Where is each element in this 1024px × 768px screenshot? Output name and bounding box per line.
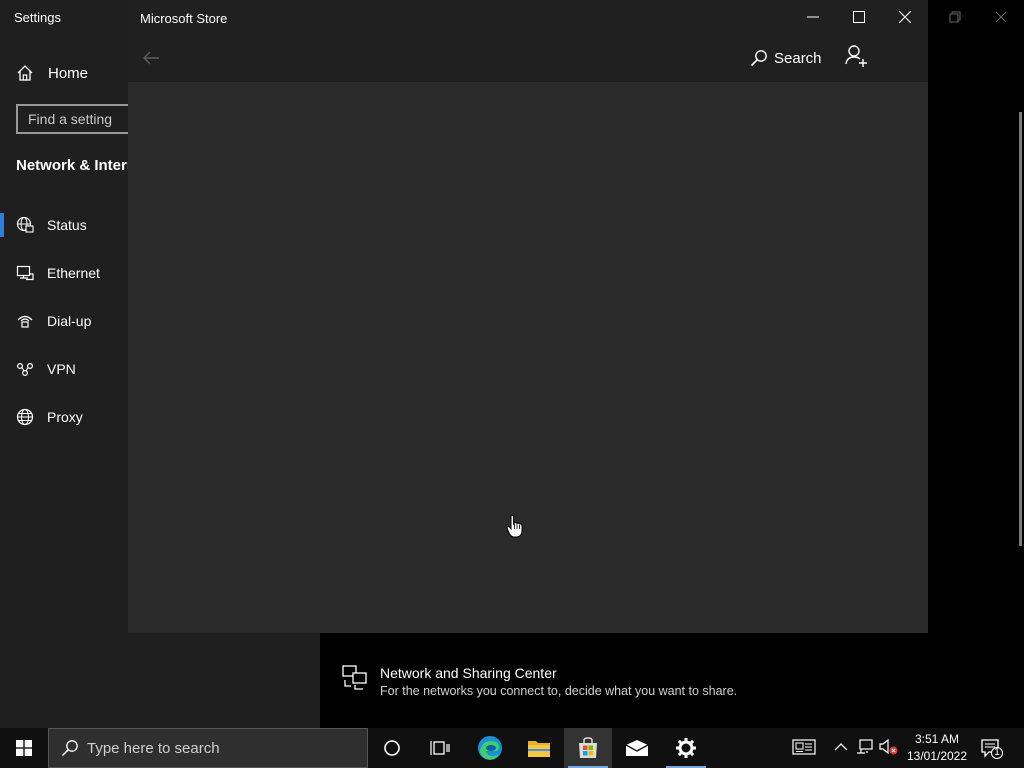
maximize-icon — [853, 11, 865, 23]
back-button[interactable] — [142, 50, 160, 66]
store-header: Search — [128, 36, 928, 82]
search-icon — [750, 49, 768, 67]
search-button[interactable]: Search — [750, 46, 822, 70]
network-sharing-center-link[interactable]: Network and Sharing Center For the netwo… — [320, 628, 1024, 728]
settings-restore-button[interactable] — [946, 8, 964, 26]
task-view-button[interactable] — [416, 728, 464, 768]
windows-logo-icon — [16, 740, 32, 756]
edge-button[interactable] — [466, 728, 514, 768]
vpn-icon — [16, 360, 34, 378]
clock-date: 13/01/2022 — [906, 749, 968, 763]
network-sharing-title: Network and Sharing Center — [380, 665, 557, 681]
news-icon — [792, 739, 816, 755]
settings-taskbar-button[interactable] — [662, 728, 710, 768]
taskbar-search-placeholder: Type here to search — [87, 739, 220, 757]
action-center-button[interactable]: 1 — [980, 738, 1004, 760]
sidebar-item-dialup[interactable]: Dial-up — [16, 309, 91, 333]
clock-time: 3:51 AM — [914, 732, 960, 746]
add-user-icon — [845, 45, 867, 67]
taskbar: Type here to search 3:51 AM 13/01/2022 1 — [0, 728, 1024, 768]
notification-count: 1 — [994, 747, 1000, 758]
news-widget-button[interactable] — [792, 738, 816, 756]
maximize-button[interactable] — [836, 0, 882, 34]
sidebar-item-label: Status — [47, 217, 87, 233]
network-sharing-icon — [342, 664, 368, 692]
taskbar-clock[interactable]: 3:51 AM 13/01/2022 — [902, 731, 972, 765]
mail-button[interactable] — [613, 728, 661, 768]
dialup-icon — [16, 312, 34, 330]
store-window-title: Microsoft Store — [140, 11, 228, 26]
sidebar-item-label: VPN — [47, 361, 76, 377]
active-indicator — [0, 213, 4, 237]
sidebar-item-ethernet[interactable]: Ethernet — [16, 261, 100, 285]
sidebar-item-proxy[interactable]: Proxy — [16, 405, 83, 429]
close-icon — [995, 11, 1007, 23]
chevron-up-icon — [834, 743, 848, 751]
close-icon — [899, 11, 911, 23]
store-icon — [579, 737, 597, 758]
network-sharing-description: For the networks you connect to, decide … — [380, 684, 738, 698]
task-view-icon — [430, 741, 450, 755]
network-tray-button[interactable] — [856, 738, 874, 756]
home-label: Home — [48, 64, 89, 82]
sidebar-item-label: Proxy — [47, 409, 83, 425]
mail-icon — [625, 740, 649, 756]
minimize-button[interactable] — [790, 0, 836, 34]
settings-close-button[interactable] — [992, 8, 1010, 26]
show-hidden-icons-button[interactable] — [834, 741, 848, 753]
home-icon — [16, 64, 34, 82]
close-button[interactable] — [882, 0, 928, 34]
account-button[interactable] — [844, 44, 868, 68]
find-setting-input[interactable]: Find a setting — [16, 104, 146, 134]
network-icon — [857, 739, 873, 754]
cortana-icon — [384, 740, 400, 756]
back-arrow-icon — [143, 51, 159, 65]
sidebar-item-status[interactable]: Status — [16, 213, 87, 237]
restore-icon — [949, 11, 961, 23]
file-explorer-icon — [528, 741, 550, 757]
hand-cursor-icon — [506, 514, 524, 538]
store-button[interactable] — [564, 728, 612, 768]
sidebar-item-label: Dial-up — [47, 313, 92, 329]
volume-muted-icon — [879, 738, 898, 755]
globe-status-icon — [16, 216, 34, 234]
settings-scrollbar[interactable] — [1019, 112, 1022, 546]
settings-icon — [676, 738, 696, 758]
sidebar-item-label: Ethernet — [47, 265, 100, 281]
file-explorer-button[interactable] — [515, 728, 563, 768]
search-icon — [61, 739, 79, 757]
sidebar-item-vpn[interactable]: VPN — [16, 357, 76, 381]
edge-icon — [478, 736, 502, 760]
home-nav-item[interactable]: Home — [16, 62, 88, 84]
store-titlebar[interactable]: Microsoft Store — [128, 0, 928, 36]
taskbar-search-box[interactable]: Type here to search — [48, 728, 368, 768]
volume-tray-button[interactable] — [879, 738, 899, 756]
search-label: Search — [774, 49, 822, 67]
settings-title: Settings — [14, 10, 61, 25]
globe-icon — [16, 408, 34, 426]
store-window: Microsoft Store Search — [128, 0, 928, 633]
minimize-icon — [807, 16, 819, 18]
cortana-button[interactable] — [368, 728, 416, 768]
start-button[interactable] — [0, 728, 48, 768]
ethernet-icon — [16, 264, 34, 282]
